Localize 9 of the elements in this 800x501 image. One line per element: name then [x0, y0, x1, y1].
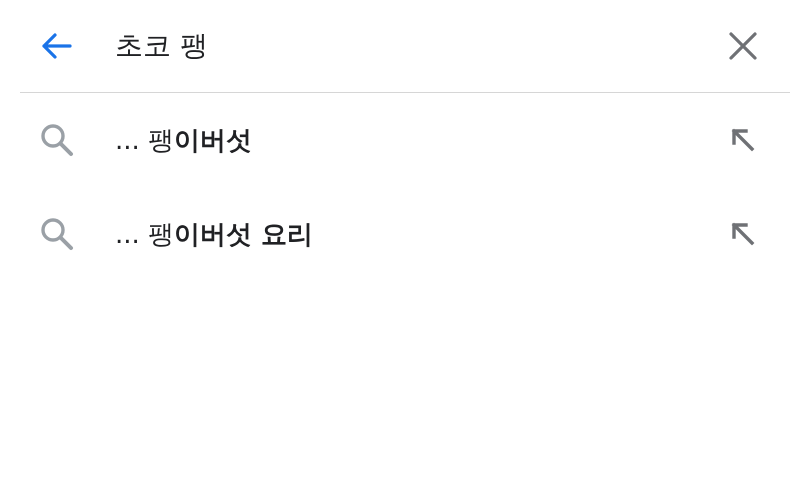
search-field[interactable]: 초코 팽 [115, 30, 515, 62]
arrow-icon[interactable] [731, 222, 755, 246]
search-icon [40, 123, 74, 157]
suggestion-text[interactable]: ... 팽이버섯 [115, 122, 731, 158]
back-arrow-icon[interactable] [40, 32, 72, 60]
suggestion-text[interactable]: ... 팽이버섯 요리 [115, 216, 731, 252]
arrow-icon[interactable] [731, 128, 755, 152]
search-icon [40, 217, 74, 251]
close-icon[interactable] [728, 31, 758, 61]
